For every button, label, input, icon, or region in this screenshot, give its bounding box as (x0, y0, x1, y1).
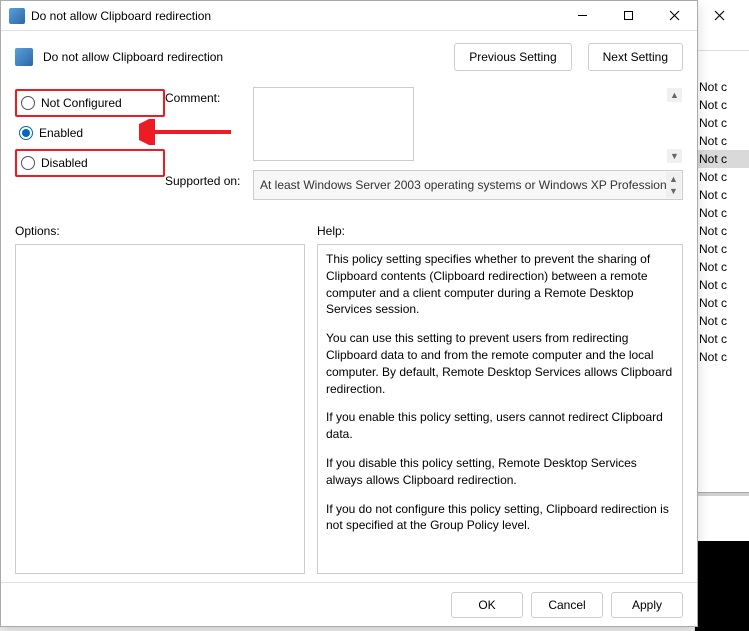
scroll-up-icon[interactable]: ▲ (667, 88, 682, 102)
radio-label: Enabled (39, 126, 83, 140)
supported-on-value: At least Windows Server 2003 operating s… (260, 178, 676, 192)
help-paragraph: If you enable this policy setting, users… (326, 409, 674, 443)
comment-row: Comment: ▲ ▼ (165, 87, 683, 164)
radio-icon (21, 156, 35, 170)
comment-area: Comment: ▲ ▼ Supported on: At least Wind… (165, 87, 683, 206)
bg-splitter[interactable] (695, 492, 749, 496)
scroll-down-icon[interactable]: ▼ (667, 149, 682, 163)
radio-enabled[interactable]: Enabled (15, 121, 165, 145)
help-paragraph: If you do not configure this policy sett… (326, 501, 674, 535)
background-close-button[interactable] (699, 2, 739, 28)
list-item[interactable]: Not c (695, 204, 749, 222)
background-list: Not c Not c Not c Not c Not c Not c Not … (695, 78, 749, 366)
header: Do not allow Clipboard redirection Previ… (1, 31, 697, 79)
radio-icon (21, 96, 35, 110)
list-item[interactable]: Not c (695, 330, 749, 348)
list-item[interactable]: Not c (695, 114, 749, 132)
radio-icon (19, 126, 33, 140)
maximize-button[interactable] (605, 1, 651, 30)
supported-on-text: At least Windows Server 2003 operating s… (253, 170, 683, 200)
radio-not-configured[interactable]: Not Configured (15, 89, 165, 117)
list-item[interactable]: Not c (695, 168, 749, 186)
list-item[interactable]: Not c (695, 222, 749, 240)
comment-label: Comment: (165, 87, 245, 105)
list-item[interactable]: Not c (695, 96, 749, 114)
list-item[interactable]: Not c (695, 186, 749, 204)
ok-button[interactable]: OK (451, 592, 523, 618)
radio-disabled[interactable]: Disabled (15, 149, 165, 177)
titlebar: Do not allow Clipboard redirection (1, 1, 697, 31)
window-title: Do not allow Clipboard redirection (31, 9, 559, 23)
bottom-bar: OK Cancel Apply (1, 582, 697, 626)
previous-setting-button[interactable]: Previous Setting (454, 43, 571, 71)
list-item[interactable]: Not c (695, 132, 749, 150)
list-item[interactable]: Not c (695, 294, 749, 312)
list-item-selected[interactable]: Not c (695, 150, 749, 168)
comment-input[interactable] (253, 87, 414, 161)
list-item[interactable]: Not c (695, 78, 749, 96)
close-button[interactable] (651, 1, 697, 30)
panels: Options: Help: This policy setting speci… (15, 224, 683, 574)
setting-name: Do not allow Clipboard redirection (43, 50, 438, 64)
state-radio-group: Not Configured Enabled Disabled (15, 87, 165, 206)
help-paragraph: If you disable this policy setting, Remo… (326, 455, 674, 489)
policy-icon (9, 8, 25, 24)
setting-icon (15, 48, 33, 66)
options-box (15, 244, 305, 574)
background-window: Not c Not c Not c Not c Not c Not c Not … (694, 0, 749, 631)
list-item[interactable]: Not c (695, 348, 749, 366)
radio-label: Disabled (41, 156, 88, 170)
help-box: This policy setting specifies whether to… (317, 244, 683, 574)
radio-label: Not Configured (41, 96, 122, 110)
apply-button[interactable]: Apply (611, 592, 683, 618)
cancel-button[interactable]: Cancel (531, 592, 603, 618)
bg-dark-panel (695, 541, 749, 631)
config-row: Not Configured Enabled Disabled Comment: (15, 87, 683, 206)
help-paragraph: This policy setting specifies whether to… (326, 251, 674, 318)
list-item[interactable]: Not c (695, 240, 749, 258)
help-label: Help: (317, 224, 683, 238)
help-panel: Help: This policy setting specifies whet… (317, 224, 683, 574)
supported-row: Supported on: At least Windows Server 20… (165, 170, 683, 200)
list-item[interactable]: Not c (695, 276, 749, 294)
help-paragraph: You can use this setting to prevent user… (326, 330, 674, 397)
list-item[interactable]: Not c (695, 258, 749, 276)
list-item[interactable]: Not c (695, 312, 749, 330)
supported-label: Supported on: (165, 170, 245, 188)
policy-dialog: Do not allow Clipboard redirection Do no… (0, 0, 698, 627)
options-label: Options: (15, 224, 305, 238)
bg-divider (695, 50, 749, 51)
minimize-button[interactable] (559, 1, 605, 30)
content-area: Not Configured Enabled Disabled Comment: (1, 79, 697, 582)
options-panel: Options: (15, 224, 305, 574)
next-setting-button[interactable]: Next Setting (588, 43, 683, 71)
scroll-down-icon[interactable]: ▼ (666, 184, 681, 198)
